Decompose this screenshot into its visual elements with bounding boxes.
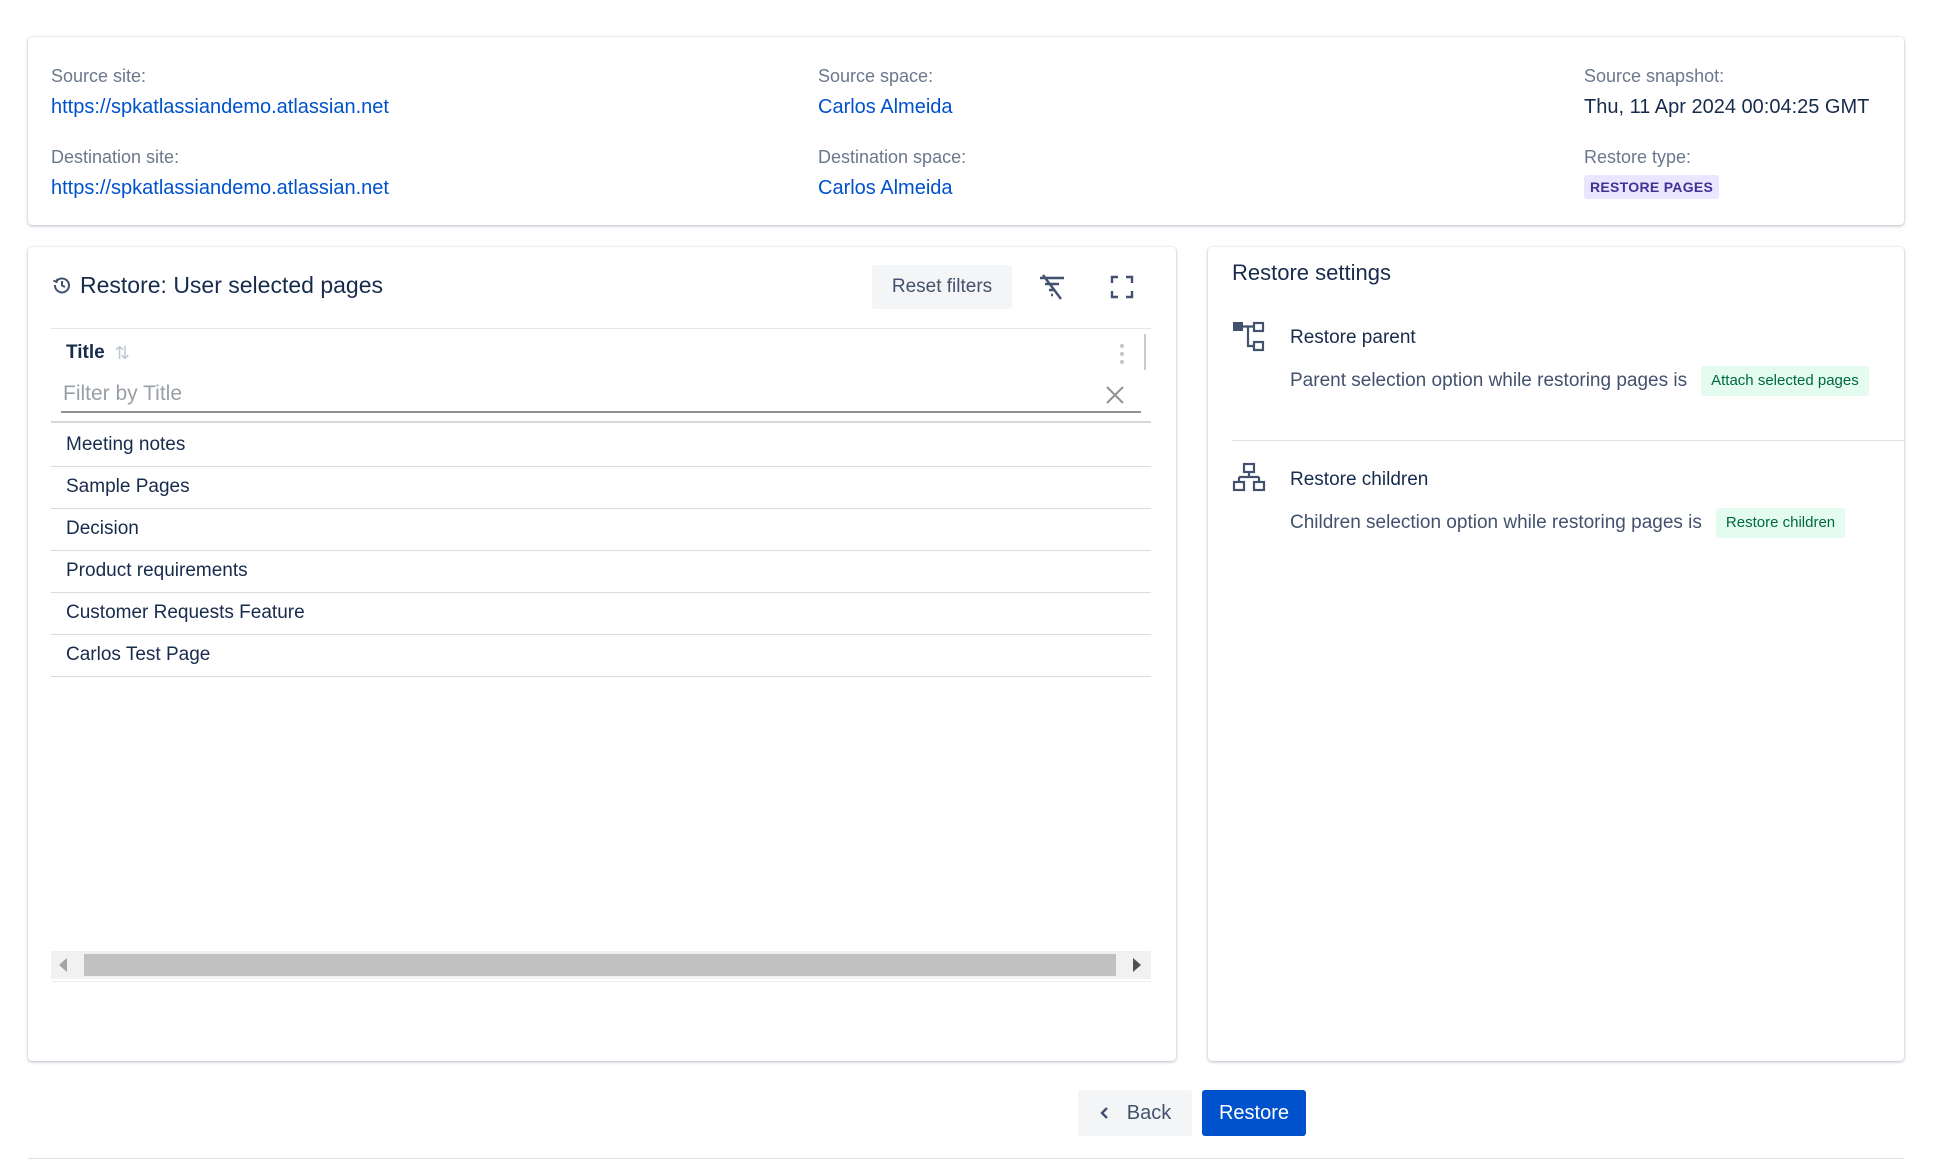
source-snapshot-cell: Source snapshot: Thu, 11 Apr 2024 00:04:… <box>1584 65 1869 120</box>
table-row[interactable]: Meeting notes <box>51 425 1151 467</box>
source-snapshot-value: Thu, 11 Apr 2024 00:04:25 GMT <box>1584 96 1870 118</box>
restore-review-page: Source site: https://spkatlassiandemo.at… <box>0 0 1934 1160</box>
sort-icon[interactable]: ⇅ <box>115 341 130 365</box>
title-column-header[interactable]: Title ⇅ <box>66 341 130 365</box>
source-snapshot-label: Source snapshot: <box>1584 66 1725 86</box>
source-space-link[interactable]: Carlos Almeida <box>818 94 953 120</box>
destination-space-cell: Destination space: Carlos Almeida <box>818 146 966 201</box>
settings-divider <box>1232 440 1904 441</box>
footer-divider <box>28 1158 1904 1159</box>
restore-parent-description: Parent selection option while restoring … <box>1290 366 1869 396</box>
back-button-label: Back <box>1126 1101 1172 1124</box>
scrollbar-thumb[interactable] <box>84 954 1116 976</box>
title-column-label: Title <box>66 342 105 363</box>
destination-site-cell: Destination site: https://spkatlassiande… <box>51 146 389 201</box>
chevron-left-icon <box>1100 1107 1108 1119</box>
source-space-label: Source space: <box>818 66 934 86</box>
panel-title-text: Restore: User selected pages <box>80 272 383 298</box>
restore-settings-panel: Restore settings Restore parent Parent s… <box>1208 247 1904 1061</box>
destination-site-label: Destination site: <box>51 147 180 167</box>
restore-button[interactable]: Restore <box>1202 1090 1306 1136</box>
source-site-cell: Source site: https://spkatlassiandemo.at… <box>51 65 389 120</box>
fullscreen-icon <box>1110 275 1134 299</box>
scroll-right-arrow-icon[interactable] <box>1133 958 1141 972</box>
table-row[interactable]: Decision <box>51 509 1151 551</box>
restore-children-description: Children selection option while restorin… <box>1290 508 1846 538</box>
hierarchy-parent-icon <box>1233 321 1265 352</box>
destination-space-label: Destination space: <box>818 147 967 167</box>
reset-filters-button[interactable]: Reset filters <box>872 265 1012 309</box>
destination-site-link[interactable]: https://spkatlassiandemo.atlassian.net <box>51 175 389 201</box>
table-row[interactable]: Carlos Test Page <box>51 635 1151 677</box>
restore-children-title: Restore children <box>1290 469 1429 490</box>
grid-rows: Meeting notes Sample Pages Decision Prod… <box>51 425 1151 677</box>
restore-type-badge: RESTORE PAGES <box>1584 175 1720 199</box>
selected-pages-panel: Restore: User selected pages Reset filte… <box>28 247 1176 1061</box>
table-row[interactable]: Customer Requests Feature <box>51 593 1151 635</box>
restore-settings-title: Restore settings <box>1232 260 1391 285</box>
table-row[interactable]: Product requirements <box>51 551 1151 593</box>
restore-type-label: Restore type: <box>1584 147 1692 167</box>
restore-parent-status-badge: Attach selected pages <box>1701 366 1869 396</box>
source-site-label: Source site: <box>51 66 147 86</box>
hierarchy-children-icon <box>1232 462 1266 492</box>
source-space-cell: Source space: Carlos Almeida <box>818 65 953 120</box>
restore-children-status-badge: Restore children <box>1715 508 1846 538</box>
history-icon <box>53 277 70 294</box>
kebab-icon[interactable] <box>1116 341 1128 367</box>
table-row[interactable]: Sample Pages <box>51 467 1151 509</box>
destination-space-link[interactable]: Carlos Almeida <box>818 175 966 201</box>
clear-icon[interactable] <box>1103 383 1127 407</box>
grid-footer-area <box>51 981 1151 1041</box>
scroll-left-arrow-icon[interactable] <box>59 958 67 972</box>
restore-summary-card: Source site: https://spkatlassiandemo.at… <box>28 37 1904 225</box>
grid-header: Title ⇅ <box>51 329 1151 423</box>
filter-off-icon <box>1040 274 1064 300</box>
restore-parent-title: Restore parent <box>1290 327 1416 348</box>
clear-filters-button[interactable] <box>1032 267 1072 307</box>
restore-children-setting: Restore children Children selection opti… <box>1232 462 1892 552</box>
restore-children-description-text: Children selection option while restorin… <box>1290 512 1702 533</box>
horizontal-scrollbar[interactable] <box>51 951 1151 979</box>
restore-parent-setting: Restore parent Parent selection option w… <box>1232 320 1892 410</box>
fullscreen-button[interactable] <box>1102 267 1142 307</box>
panel-title: Restore: User selected pages <box>52 271 383 299</box>
back-button[interactable]: Back <box>1078 1090 1192 1136</box>
source-site-link[interactable]: https://spkatlassiandemo.atlassian.net <box>51 94 389 120</box>
restore-parent-description-text: Parent selection option while restoring … <box>1290 370 1688 391</box>
column-resize-handle[interactable] <box>1144 334 1146 370</box>
title-filter-input[interactable] <box>61 377 1141 413</box>
pages-grid: Title ⇅ Meeting notes Sample Pages Decis… <box>51 328 1151 1038</box>
restore-type-cell: Restore type: RESTORE PAGES <box>1584 146 1720 199</box>
